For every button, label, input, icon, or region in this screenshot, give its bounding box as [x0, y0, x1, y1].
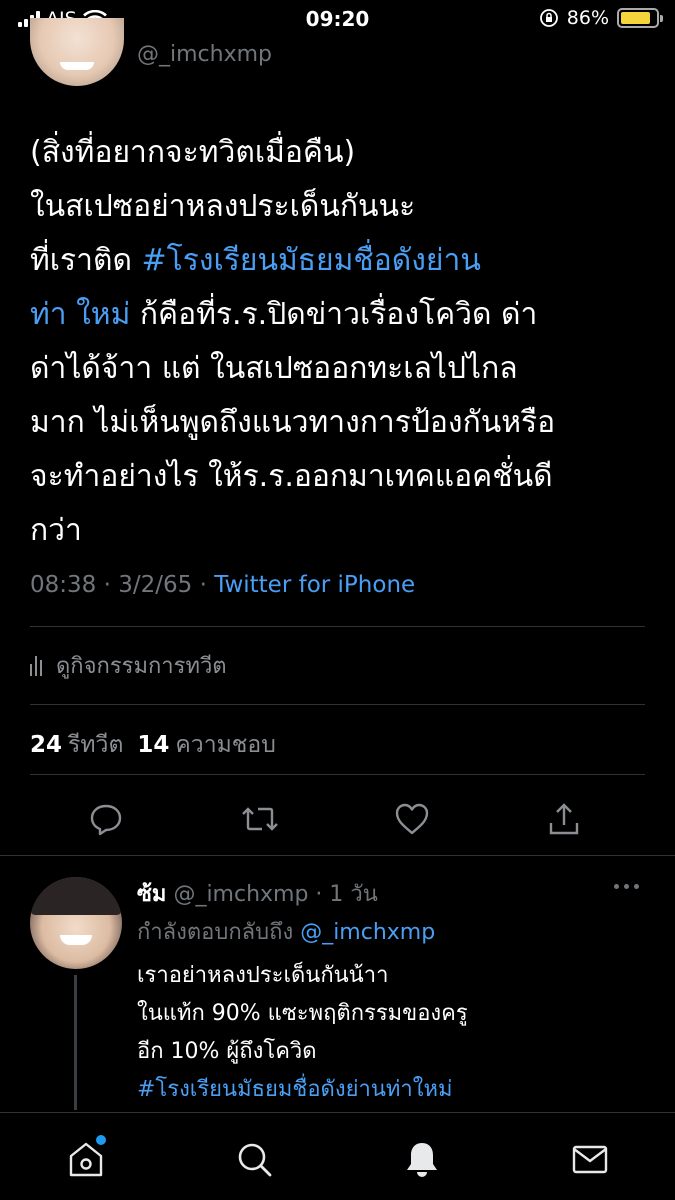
text-line: #โรงเรียนมัธยมชื่อดังย่านท่าใหม่	[137, 1071, 468, 1109]
divider	[30, 626, 645, 627]
hashtag-link[interactable]: ท่า ใหม่	[30, 297, 130, 332]
reply-age: 1 วัน	[329, 882, 378, 907]
like-label: ความชอบ	[175, 732, 276, 758]
activity-label: ดูกิจกรรมการทวีต	[56, 654, 227, 679]
home-icon	[69, 1142, 103, 1177]
tab-home[interactable]	[62, 1135, 110, 1183]
text-line: (สิ่งที่อยากจะทวิตเมื่อคืน)	[30, 126, 650, 180]
text-line: ในสเปซอย่าหลงประเด็นกันนะ	[30, 180, 650, 234]
rotation-lock-icon	[539, 9, 558, 27]
likes-stat[interactable]: 14 ความชอบ	[137, 727, 275, 763]
tab-bar	[0, 1112, 675, 1200]
messages-icon	[572, 1145, 608, 1174]
divider	[0, 855, 675, 856]
text-line: เราอย่าหลงประเด็นกันน้าา	[137, 957, 468, 995]
replying-to: กำลังตอบกลับถึง @_imchxmp	[137, 914, 435, 949]
text-segment: จะทำอย่างไร ให้ร.ร.ออกมาเทคแอคชั่นดี	[30, 459, 553, 494]
heart-icon	[395, 803, 429, 835]
text-segment: ที่เราติด	[30, 243, 142, 278]
text-line: ด่าได้จ้าา แต่ ในสเปซออกทะเลไปไกล	[30, 342, 650, 396]
text-segment: เราอย่าหลงประเด็นกันน้าา	[137, 963, 389, 988]
tweet-date: 3/2/65	[118, 572, 193, 598]
text-segment: ในแท้ก 90% แซะพฤติกรรมของครู	[137, 1001, 468, 1026]
text-segment: มาก ไม่เห็นพูดถึงแนวทางการป้องกันหรือ	[30, 405, 556, 440]
home-notification-dot	[96, 1135, 106, 1145]
reply-text: เราอย่าหลงประเด็นกันน้าาในแท้ก 90% แซะพฤ…	[137, 957, 468, 1109]
reply-icon	[90, 804, 122, 836]
text-line: อีก 10% ผู้ถึงโควิด	[137, 1033, 468, 1071]
hashtag-link[interactable]: #โรงเรียนมัธยมชื่อดังย่านท่าใหม่	[137, 1077, 452, 1102]
retweet-count: 24	[30, 732, 63, 758]
search-icon	[238, 1143, 272, 1177]
status-right: 86%	[539, 7, 663, 29]
reply-author-handle[interactable]: @_imchxmp	[173, 882, 308, 907]
hashtag-link[interactable]: #โรงเรียนมัธยมชื่อดังย่าน	[142, 243, 481, 278]
tweet-time: 08:38	[30, 572, 97, 598]
divider	[30, 704, 645, 705]
tweet-meta: 08:38 · 3/2/65 · Twitter for iPhone	[30, 572, 416, 598]
text-line: ที่เราติด #โรงเรียนมัธยมชื่อดังย่าน	[30, 234, 650, 288]
replying-to-handle[interactable]: @_imchxmp	[300, 920, 435, 945]
text-segment: (สิ่งที่อยากจะทวิตเมื่อคืน)	[30, 135, 356, 170]
tweet-stats: 24 รีทวีต 14 ความชอบ	[30, 727, 276, 763]
tab-notifications[interactable]	[398, 1135, 446, 1183]
text-segment: ก้คือที่ร.ร.ปิดข่าวเรื่องโควิด ด่า	[130, 297, 538, 332]
reply-author-name[interactable]: ซ้ม	[137, 882, 166, 907]
more-options-icon[interactable]	[614, 884, 639, 889]
text-segment: ในสเปซอย่าหลงประเด็นกันนะ	[30, 189, 416, 224]
replying-to-prefix: กำลังตอบกลับถึง	[137, 920, 301, 945]
battery-icon	[617, 8, 663, 28]
retweet-label: รีทวีต	[68, 732, 124, 758]
share-icon	[549, 803, 579, 835]
retweets-stat[interactable]: 24 รีทวีต	[30, 727, 123, 763]
reply-author-avatar[interactable]	[30, 877, 122, 969]
view-tweet-activity[interactable]: ดูกิจกรรมการทวีต	[30, 648, 227, 683]
retweet-button[interactable]	[236, 795, 284, 843]
author-handle[interactable]: @_imchxmp	[137, 42, 272, 67]
tweet-text: (สิ่งที่อยากจะทวิตเมื่อคืน) ในสเปซอย่าหล…	[30, 126, 650, 558]
reply-header: ซ้ม @_imchxmp · 1 วัน	[137, 882, 378, 907]
text-line: ในแท้ก 90% แซะพฤติกรรมของครู	[137, 995, 468, 1033]
battery-percent: 86%	[566, 7, 609, 29]
text-segment: ด่าได้จ้าา แต่ ในสเปซออกทะเลไปไกล	[30, 351, 518, 386]
text-line: มาก ไม่เห็นพูดถึงแนวทางการป้องกันหรือ	[30, 396, 650, 450]
retweet-icon	[242, 807, 278, 831]
tweet-actions	[0, 795, 675, 845]
text-segment: อีก 10% ผู้ถึงโควิด	[137, 1039, 317, 1064]
tweet-source-link[interactable]: Twitter for iPhone	[214, 572, 415, 598]
share-button[interactable]	[540, 795, 588, 843]
text-line: ท่า ใหม่ ก้คือที่ร.ร.ปิดข่าวเรื่องโควิด …	[30, 288, 650, 342]
divider	[30, 774, 645, 775]
battery-level	[621, 12, 651, 24]
reply-button[interactable]	[82, 795, 130, 843]
author-avatar[interactable]	[30, 18, 124, 86]
text-line: กว่า	[30, 504, 650, 558]
text-segment: กว่า	[30, 513, 82, 548]
notifications-icon	[407, 1143, 437, 1177]
like-button[interactable]	[388, 795, 436, 843]
tab-search[interactable]	[230, 1135, 278, 1183]
analytics-icon	[30, 655, 42, 676]
text-line: จะทำอย่างไร ให้ร.ร.ออกมาเทคแอคชั่นดี	[30, 450, 650, 504]
thread-line	[74, 975, 77, 1110]
tab-messages[interactable]	[566, 1135, 614, 1183]
like-count: 14	[137, 732, 170, 758]
